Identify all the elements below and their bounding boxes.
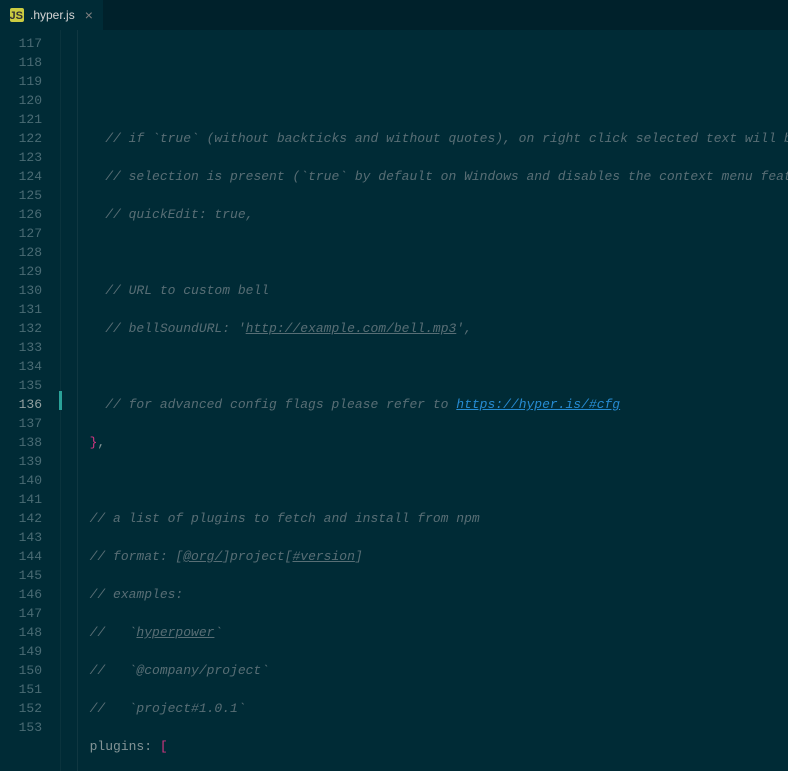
code-line: // quickEdit: true, bbox=[74, 205, 788, 224]
line-number: 117 bbox=[0, 34, 42, 53]
code-line: // `hyperpower` bbox=[74, 623, 788, 642]
line-number: 124 bbox=[0, 167, 42, 186]
line-number: 142 bbox=[0, 509, 42, 528]
code-line bbox=[74, 243, 788, 262]
code-line: // selection is present (`true` by defau… bbox=[74, 167, 788, 186]
line-number: 140 bbox=[0, 471, 42, 490]
line-number: 153 bbox=[0, 718, 42, 737]
code-line: // bellSoundURL: 'http://example.com/bel… bbox=[74, 319, 788, 338]
code-line: // examples: bbox=[74, 585, 788, 604]
line-number: 121 bbox=[0, 110, 42, 129]
line-number: 151 bbox=[0, 680, 42, 699]
line-number: 127 bbox=[0, 224, 42, 243]
line-number: 139 bbox=[0, 452, 42, 471]
line-number: 129 bbox=[0, 262, 42, 281]
code-line bbox=[74, 91, 788, 110]
code-line: }, bbox=[74, 433, 788, 452]
line-number: 126 bbox=[0, 205, 42, 224]
line-number: 130 bbox=[0, 281, 42, 300]
code-line: // if `true` (without backticks and with… bbox=[74, 129, 788, 148]
line-number: 143 bbox=[0, 528, 42, 547]
line-number-gutter: 1171181191201211221231241251261271281291… bbox=[0, 30, 60, 771]
line-number: 119 bbox=[0, 72, 42, 91]
line-number: 125 bbox=[0, 186, 42, 205]
line-number: 123 bbox=[0, 148, 42, 167]
line-number: 152 bbox=[0, 699, 42, 718]
tab-bar: JS .hyper.js × bbox=[0, 0, 788, 30]
line-number: 150 bbox=[0, 661, 42, 680]
close-icon[interactable]: × bbox=[85, 7, 93, 23]
code-line: plugins: [ bbox=[74, 737, 788, 756]
code-line: // `@company/project` bbox=[74, 661, 788, 680]
code-line: // a list of plugins to fetch and instal… bbox=[74, 509, 788, 528]
code-line: // for advanced config flags please refe… bbox=[74, 395, 788, 414]
code-line: // `project#1.0.1` bbox=[74, 699, 788, 718]
line-number: 141 bbox=[0, 490, 42, 509]
line-number: 146 bbox=[0, 585, 42, 604]
code-content[interactable]: // if `true` (without backticks and with… bbox=[60, 30, 788, 771]
line-number: 147 bbox=[0, 604, 42, 623]
tab-filename: .hyper.js bbox=[30, 8, 75, 22]
code-line: // URL to custom bell bbox=[74, 281, 788, 300]
line-number: 148 bbox=[0, 623, 42, 642]
line-number: 120 bbox=[0, 91, 42, 110]
line-number: 137 bbox=[0, 414, 42, 433]
line-number: 122 bbox=[0, 129, 42, 148]
line-number: 136 bbox=[0, 395, 42, 414]
line-number: 135 bbox=[0, 376, 42, 395]
editor-area: 1171181191201211221231241251261271281291… bbox=[0, 30, 788, 771]
code-line bbox=[74, 357, 788, 376]
line-number: 118 bbox=[0, 53, 42, 72]
code-line bbox=[74, 471, 788, 490]
line-number: 132 bbox=[0, 319, 42, 338]
code-line: // format: [@org/]project[#version] bbox=[74, 547, 788, 566]
line-number: 144 bbox=[0, 547, 42, 566]
line-number: 128 bbox=[0, 243, 42, 262]
line-number: 149 bbox=[0, 642, 42, 661]
javascript-icon: JS bbox=[10, 8, 24, 22]
line-number: 131 bbox=[0, 300, 42, 319]
line-number: 133 bbox=[0, 338, 42, 357]
line-number: 134 bbox=[0, 357, 42, 376]
line-number: 145 bbox=[0, 566, 42, 585]
line-number: 138 bbox=[0, 433, 42, 452]
tab-hyper-js[interactable]: JS .hyper.js × bbox=[0, 0, 103, 30]
